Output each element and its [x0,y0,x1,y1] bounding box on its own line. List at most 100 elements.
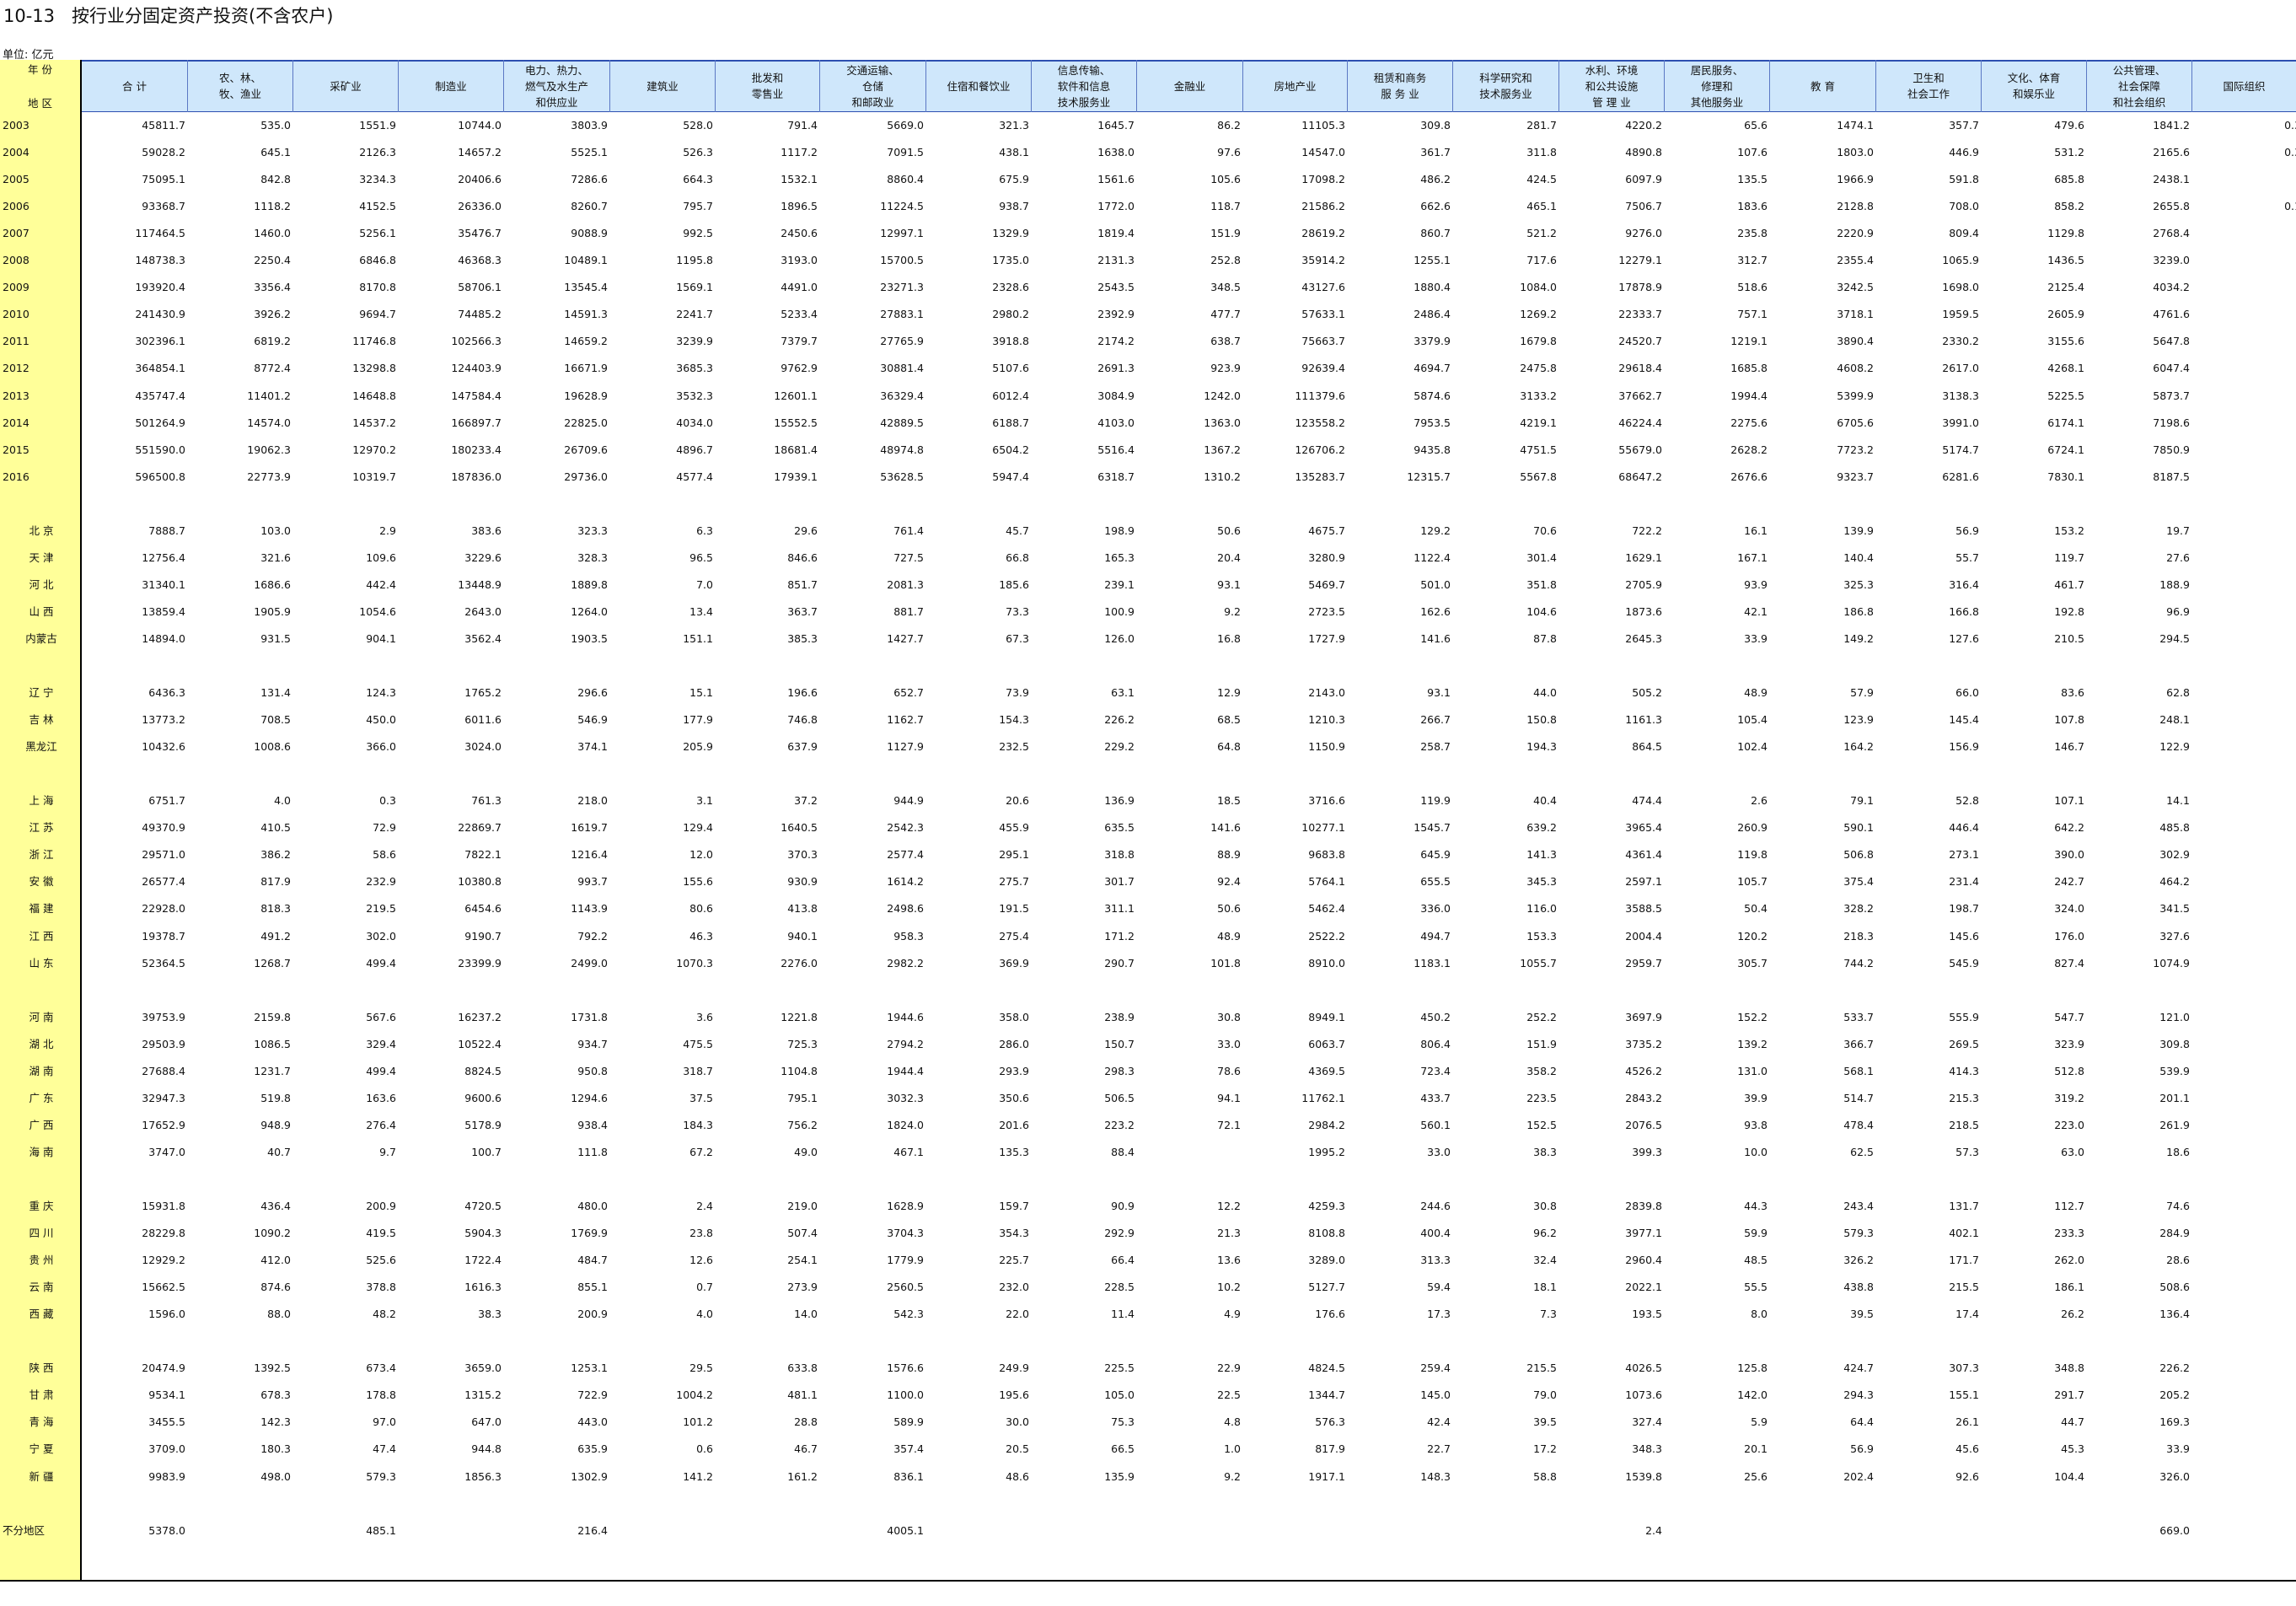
table-cell: 958.3 [893,929,924,943]
table-cell: 535.0 [260,119,291,132]
table-cell: 43127.6 [1301,281,1345,294]
table-cell: 176.0 [2054,929,2084,943]
table-cell: 17652.9 [142,1118,185,1131]
table-cell: 238.9 [1104,1010,1135,1023]
table-cell: 180.3 [260,1442,291,1456]
table-cell: 266.7 [1420,713,1451,727]
table-cell: 191.5 [999,902,1029,916]
table-cell: 4220.2 [1625,119,1662,132]
table-cell: 177.9 [683,713,713,727]
table-cell: 4369.5 [1308,1064,1345,1077]
table-cell: 72.9 [373,821,396,835]
table-cell: 3562.4 [464,631,502,645]
table-cell: 196.6 [787,686,818,700]
table-cell: 1264.0 [571,604,608,618]
table-cell: 327.6 [2159,929,2190,943]
column-header-line: 和娱乐业 [2012,88,2055,100]
table-cell: 874.6 [260,1281,291,1294]
table-cell: 59028.2 [142,146,185,159]
table-cell: 2159.8 [254,1010,291,1023]
table-cell: 1727.9 [1308,631,1345,645]
table-cell: 3289.0 [1308,1254,1345,1267]
table-cell: 1302.9 [571,1469,608,1483]
table-cell: 635.5 [1104,821,1135,835]
table-row: 2005 75095.1 842.8 3234.3 20406.6 7286.6 664.3… [0,166,2296,193]
table-cell: 14659.2 [564,335,608,348]
table-cell: 21586.2 [1301,200,1345,213]
table-cell: 1903.5 [571,631,608,645]
table-cell: 127.6 [1949,631,1979,645]
table-cell: 545.9 [1949,956,1979,970]
table-cell: 88.4 [1111,1145,1135,1158]
table-cell: 323.9 [2054,1037,2084,1050]
table-cell: 9683.8 [1308,848,1345,862]
table-cell: 37.2 [794,794,818,808]
spacer-row [0,1491,2296,1517]
table-cell: 301.4 [1526,551,1557,564]
table-cell: 3718.1 [1837,308,1874,321]
table-row: 2004 59028.2 645.1 2126.3 14657.2 5525.1 526.3… [0,139,2296,166]
table-cell: 2486.4 [1414,308,1451,321]
table-cell: 201.6 [999,1118,1029,1131]
table-cell: 194.3 [1526,740,1557,754]
table-cell: 842.8 [260,173,291,186]
table-cell: 1628.9 [887,1200,924,1212]
table-cell: 446.4 [1949,821,1979,835]
table-cell: 17098.2 [1301,173,1345,186]
table-cell: 44.7 [2061,1415,2084,1429]
table-cell: 7953.5 [1414,416,1451,429]
row-label: 2011 [3,335,30,348]
table-cell: 596500.8 [135,470,185,483]
table-cell: 22869.7 [458,821,502,835]
table-cell: 200.9 [366,1200,396,1212]
table-cell: 135.5 [1737,173,1768,186]
table-cell: 166.8 [1949,604,1979,618]
table-cell: 1614.2 [887,875,924,889]
table-cell: 2628.2 [1730,443,1768,456]
row-label: 河 南 [29,1010,54,1023]
table-cell: 19062.3 [247,443,291,456]
table-cell: 484.7 [577,1254,608,1267]
table-cell: 6454.6 [464,902,502,916]
column-header: 信息传输、 软件和信息 技术服务业 [1032,60,1137,112]
table-cell: 2839.8 [1625,1200,1662,1212]
table-cell: 14.0 [794,1308,818,1321]
table-cell: 248.1 [2159,713,2190,727]
table-row: 内蒙古 14894.0 931.5 904.1 3562.4 1903.5 151.1 385… [0,626,2296,653]
table-cell: 0.3 [379,794,396,808]
row-label: 西 藏 [29,1308,54,1321]
table-cell: 111379.6 [1295,389,1345,402]
row-label: 2003 [3,119,30,132]
table-cell: 499.4 [366,956,396,970]
table-cell: 1329.9 [992,227,1029,240]
table-cell: 83.6 [2061,686,2084,700]
table-cell: 345.3 [1526,875,1557,889]
table-cell: 547.7 [2054,1010,2084,1023]
table-cell: 131.7 [1949,1200,1979,1212]
table-cell: 348.3 [1632,1442,1662,1456]
table-cell: 3.1 [696,794,713,808]
table-cell: 15700.5 [880,254,924,267]
table-cell: 260.9 [1737,821,1768,835]
table-cell: 2.9 [379,524,396,537]
table-cell: 3991.0 [1942,416,1979,429]
table-cell: 2768.4 [2153,227,2190,240]
column-header-line: 技术服务业 [1479,88,1532,100]
table-cell: 931.5 [260,631,291,645]
table-row: 2008 148738.3 2250.4 6846.8 46368.3 10489.1 11… [0,247,2296,274]
table-cell: 244.6 [1420,1200,1451,1212]
table-cell: 531.2 [2054,146,2084,159]
row-label: 内蒙古 [25,631,57,645]
table-cell: 75095.1 [142,173,185,186]
table-cell: 311.1 [1104,902,1135,916]
table-cell: 4608.2 [1837,362,1874,375]
row-label: 2015 [3,443,30,456]
table-cell: 167.1 [1737,551,1768,564]
table-cell: 259.4 [1420,1362,1451,1375]
table-cell: 36329.4 [880,389,924,402]
table-cell: 3532.3 [676,389,713,402]
table-cell: 124.3 [366,686,396,700]
table-cell: 105.6 [1210,173,1241,186]
table-cell: 32.4 [1533,1254,1557,1267]
table-cell: 0.1 [2284,200,2296,213]
